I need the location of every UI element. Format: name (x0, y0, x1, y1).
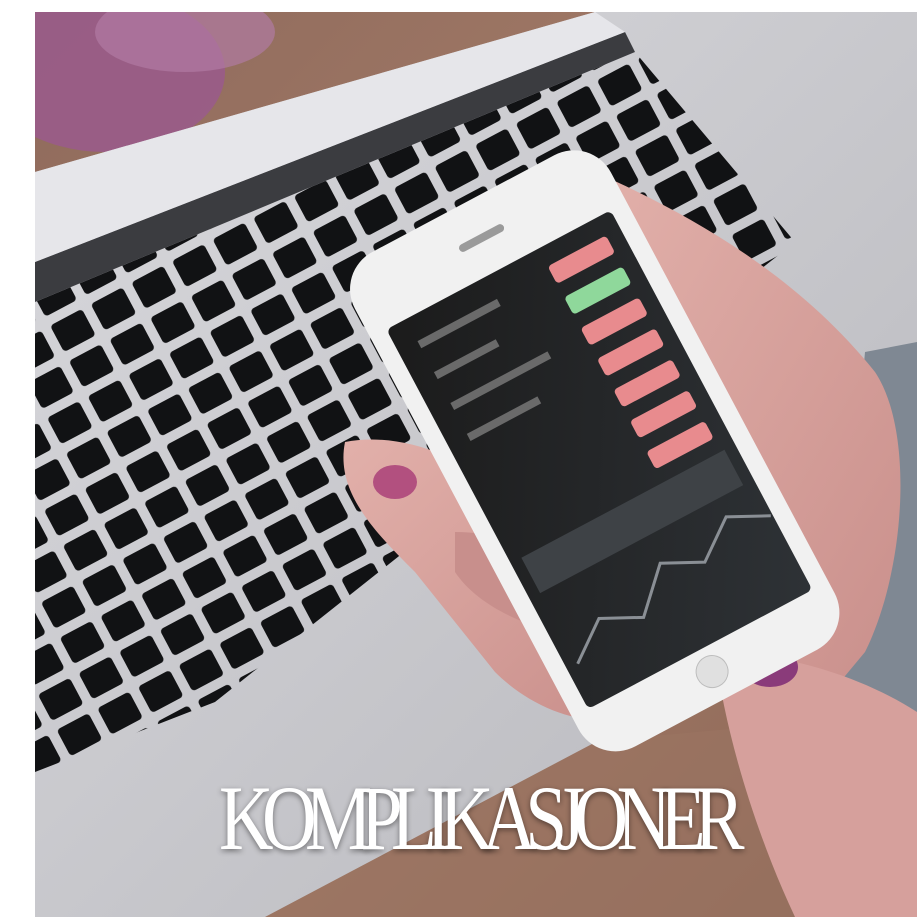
caption-title: KOMPLIKASJONER (218, 767, 745, 869)
nail-4 (373, 465, 417, 499)
